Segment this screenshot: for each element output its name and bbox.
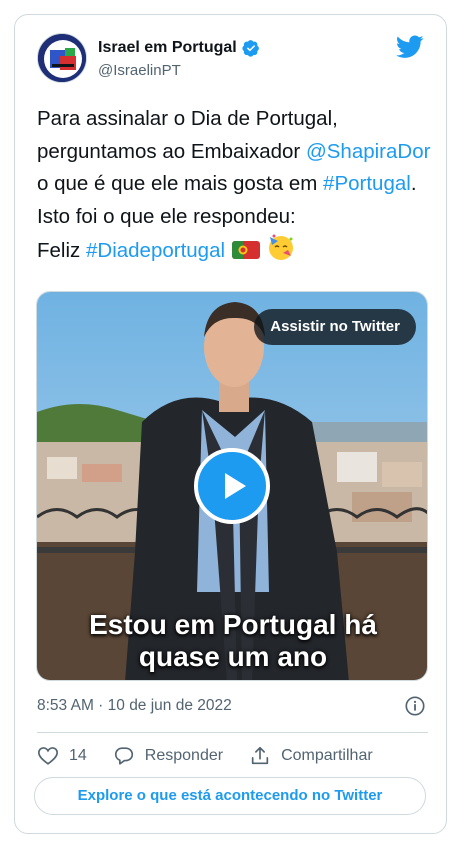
tweet-text-part: Para assinalar o Dia de Portugal, pergun… (37, 107, 338, 163)
share-icon (251, 746, 269, 765)
embedded-tweet-card[interactable]: Israel em Portugal @IsraelinPT Para assi… (14, 14, 447, 834)
author-handle[interactable]: @IsraelinPT (98, 62, 181, 79)
video-caption-line: quase um ano (138, 641, 328, 672)
reply-button[interactable]: Responder (113, 745, 223, 767)
tweet-header: Israel em Portugal @IsraelinPT (37, 33, 428, 85)
divider (37, 732, 428, 733)
tweet-text: Para assinalar o Dia de Portugal, pergun… (37, 103, 432, 268)
reply-label: Responder (144, 747, 224, 764)
explore-twitter-button[interactable]: Explore o que está acontecendo no Twitte… (34, 777, 426, 815)
tweet-actions: 14 Responder Compartilhar (37, 741, 428, 771)
play-icon (225, 473, 246, 499)
watch-on-twitter-button[interactable]: Assistir no Twitter (254, 309, 416, 345)
party-face-emoji (269, 234, 294, 260)
tweet-timestamp[interactable]: 8:53 AM · 10 de jun de 2022 (37, 697, 232, 714)
hashtag-link[interactable]: #Diadeportugal (86, 239, 225, 262)
reply-icon (114, 747, 133, 765)
hashtag-link[interactable]: #Portugal (323, 172, 411, 195)
info-icon[interactable] (404, 695, 426, 717)
share-button[interactable]: Compartilhar (249, 745, 373, 767)
mention-link[interactable]: @ShapiraDor (306, 140, 431, 163)
verified-badge-icon (242, 40, 259, 57)
portugal-flag-emoji (231, 241, 260, 259)
video-caption-line: Estou em Portugal há (89, 609, 377, 640)
heart-icon (38, 747, 58, 765)
like-button[interactable]: 14 (37, 745, 87, 767)
share-label: Compartilhar (281, 747, 373, 764)
tweet-text-part: o que é que ele mais gosta em (37, 172, 324, 195)
avatar[interactable] (37, 33, 87, 83)
play-button[interactable] (194, 448, 270, 524)
timestamp-row: 8:53 AM · 10 de jun de 2022 (37, 694, 428, 718)
like-count: 14 (69, 747, 87, 764)
twitter-bird-icon[interactable] (396, 35, 424, 59)
author-name[interactable]: Israel em Portugal (98, 39, 237, 57)
tweet-text-part: Feliz (37, 239, 86, 262)
video-player[interactable]: Assistir no Twitter Estou em Portugal há… (36, 291, 428, 681)
